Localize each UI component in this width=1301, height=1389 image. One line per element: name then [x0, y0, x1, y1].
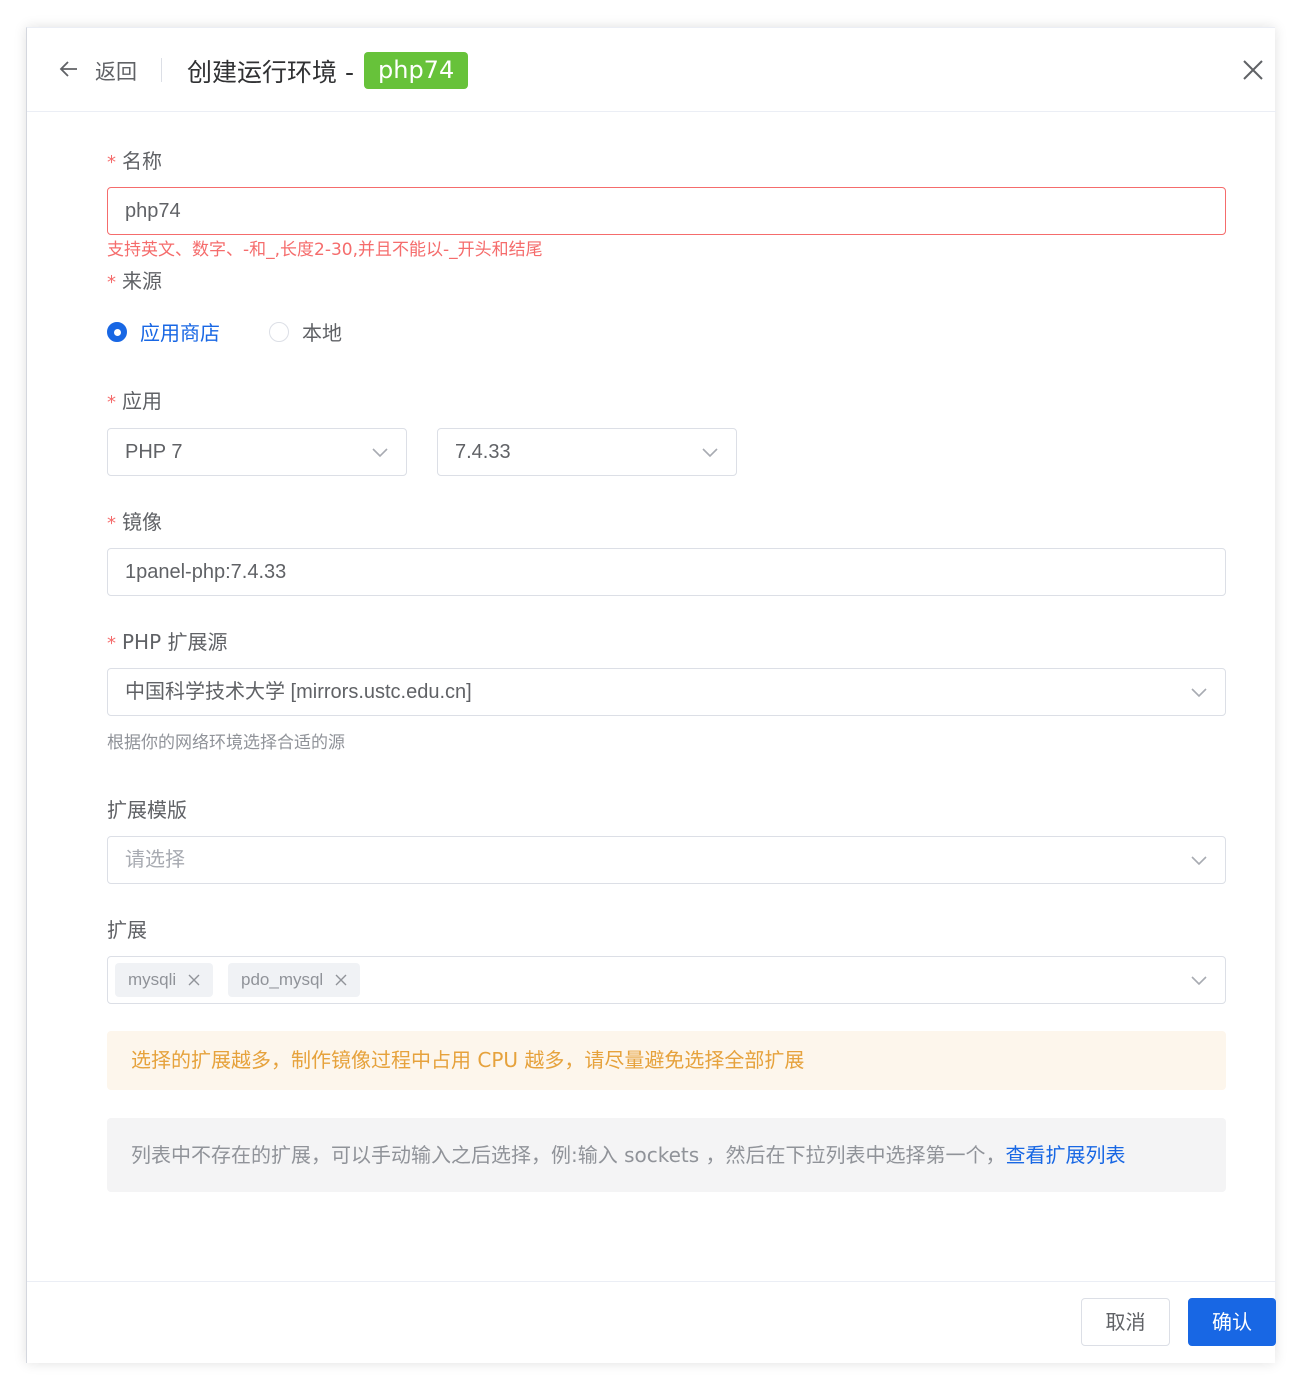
header-divider — [161, 58, 162, 82]
chevron-down-icon — [372, 448, 388, 458]
app-label: * 应用 — [107, 389, 162, 413]
chevron-down-icon — [1191, 976, 1207, 986]
drawer-footer: 取消 确认 — [27, 1281, 1276, 1364]
info-alert: 列表中不存在的扩展，可以手动输入之后选择，例:输入 sockets ，然后在下拉… — [107, 1118, 1226, 1192]
warning-alert: 选择的扩展越多，制作镜像过程中占用 CPU 越多，请尽量避免选择全部扩展 — [107, 1031, 1226, 1090]
required-mark: * — [107, 513, 116, 534]
radio-checked-icon — [107, 321, 127, 342]
chevron-down-icon — [1191, 688, 1207, 698]
ext-template-label: 扩展模版 — [107, 798, 187, 822]
ext-template-select[interactable]: 请选择 — [107, 836, 1226, 884]
name-input-value: php74 — [125, 200, 181, 222]
page-title: 创建运行环境 - — [187, 58, 354, 87]
name-error: 支持英文、数字、-和_,长度2-30,并且不能以-_开头和结尾 — [107, 240, 543, 260]
image-label: * 镜像 — [107, 510, 162, 534]
required-mark: * — [107, 633, 116, 654]
version-select[interactable]: 7.4.33 — [437, 428, 737, 476]
required-mark: * — [107, 152, 116, 173]
ext-source-help: 根据你的网络环境选择合适的源 — [107, 733, 345, 753]
runtime-name-tag: php74 — [364, 52, 469, 89]
extension-tag: pdo_mysql — [228, 963, 361, 997]
chevron-down-icon — [702, 448, 718, 458]
extensions-select[interactable]: mysqli pdo_mysql — [107, 956, 1226, 1004]
create-runtime-drawer: 返回 创建运行环境 - php74 * 名称 php74 支持英文、数字、-和_,… — [26, 27, 1276, 1364]
ext-source-label: * PHP 扩展源 — [107, 630, 228, 654]
cancel-button[interactable]: 取消 — [1081, 1298, 1170, 1346]
close-icon[interactable] — [1241, 58, 1265, 82]
close-icon[interactable] — [188, 974, 200, 986]
app-select[interactable]: PHP 7 — [107, 428, 407, 476]
radio-app-store[interactable]: 应用商店 — [107, 317, 220, 346]
name-input[interactable]: php74 — [107, 187, 1226, 235]
ext-source-select[interactable]: 中国科学技术大学 [mirrors.ustc.edu.cn] — [107, 668, 1226, 716]
required-mark: * — [107, 272, 116, 293]
arrow-left-icon[interactable] — [58, 58, 80, 80]
extensions-label: 扩展 — [107, 918, 147, 942]
confirm-button[interactable]: 确认 — [1188, 1298, 1276, 1346]
name-label: * 名称 — [107, 149, 162, 173]
back-button[interactable]: 返回 — [95, 56, 137, 86]
extension-tag: mysqli — [115, 963, 214, 997]
view-extension-list-link[interactable]: 查看扩展列表 — [1006, 1143, 1126, 1167]
source-label: * 来源 — [107, 269, 162, 293]
required-mark: * — [107, 392, 116, 413]
close-icon[interactable] — [335, 974, 347, 986]
radio-local[interactable]: 本地 — [269, 317, 342, 346]
image-input[interactable]: 1panel-php:7.4.33 — [107, 548, 1226, 596]
radio-unchecked-icon — [269, 321, 289, 342]
chevron-down-icon — [1191, 856, 1207, 866]
drawer-header: 返回 创建运行环境 - php74 — [27, 28, 1276, 112]
